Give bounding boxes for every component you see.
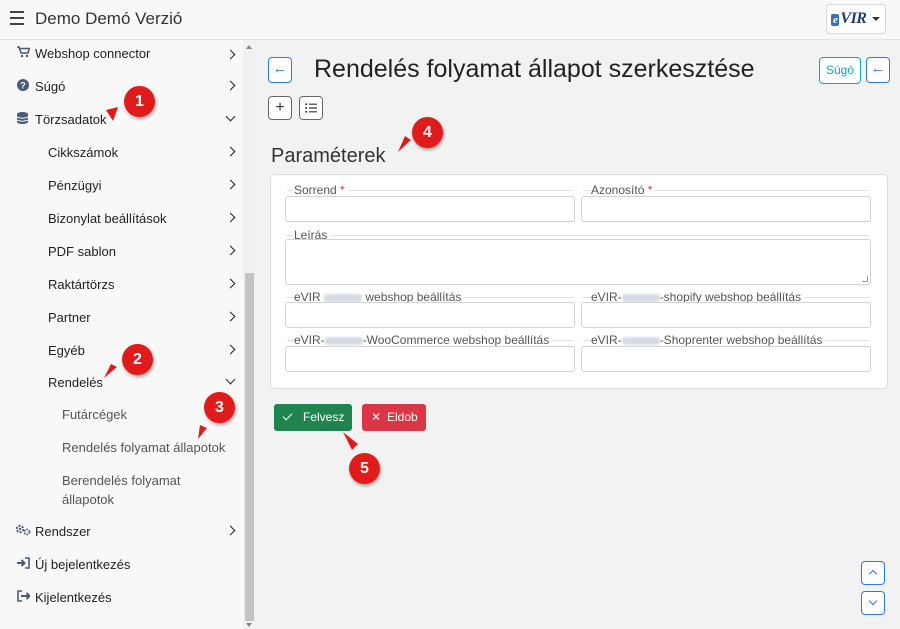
annotation-badge-2: 2 <box>122 344 153 375</box>
annotation-badge-1: 1 <box>124 86 155 117</box>
annotation-badge-3: 3 <box>204 392 235 423</box>
annotation-badge-4: 4 <box>412 117 443 148</box>
annotation-badge-5: 5 <box>349 453 380 484</box>
